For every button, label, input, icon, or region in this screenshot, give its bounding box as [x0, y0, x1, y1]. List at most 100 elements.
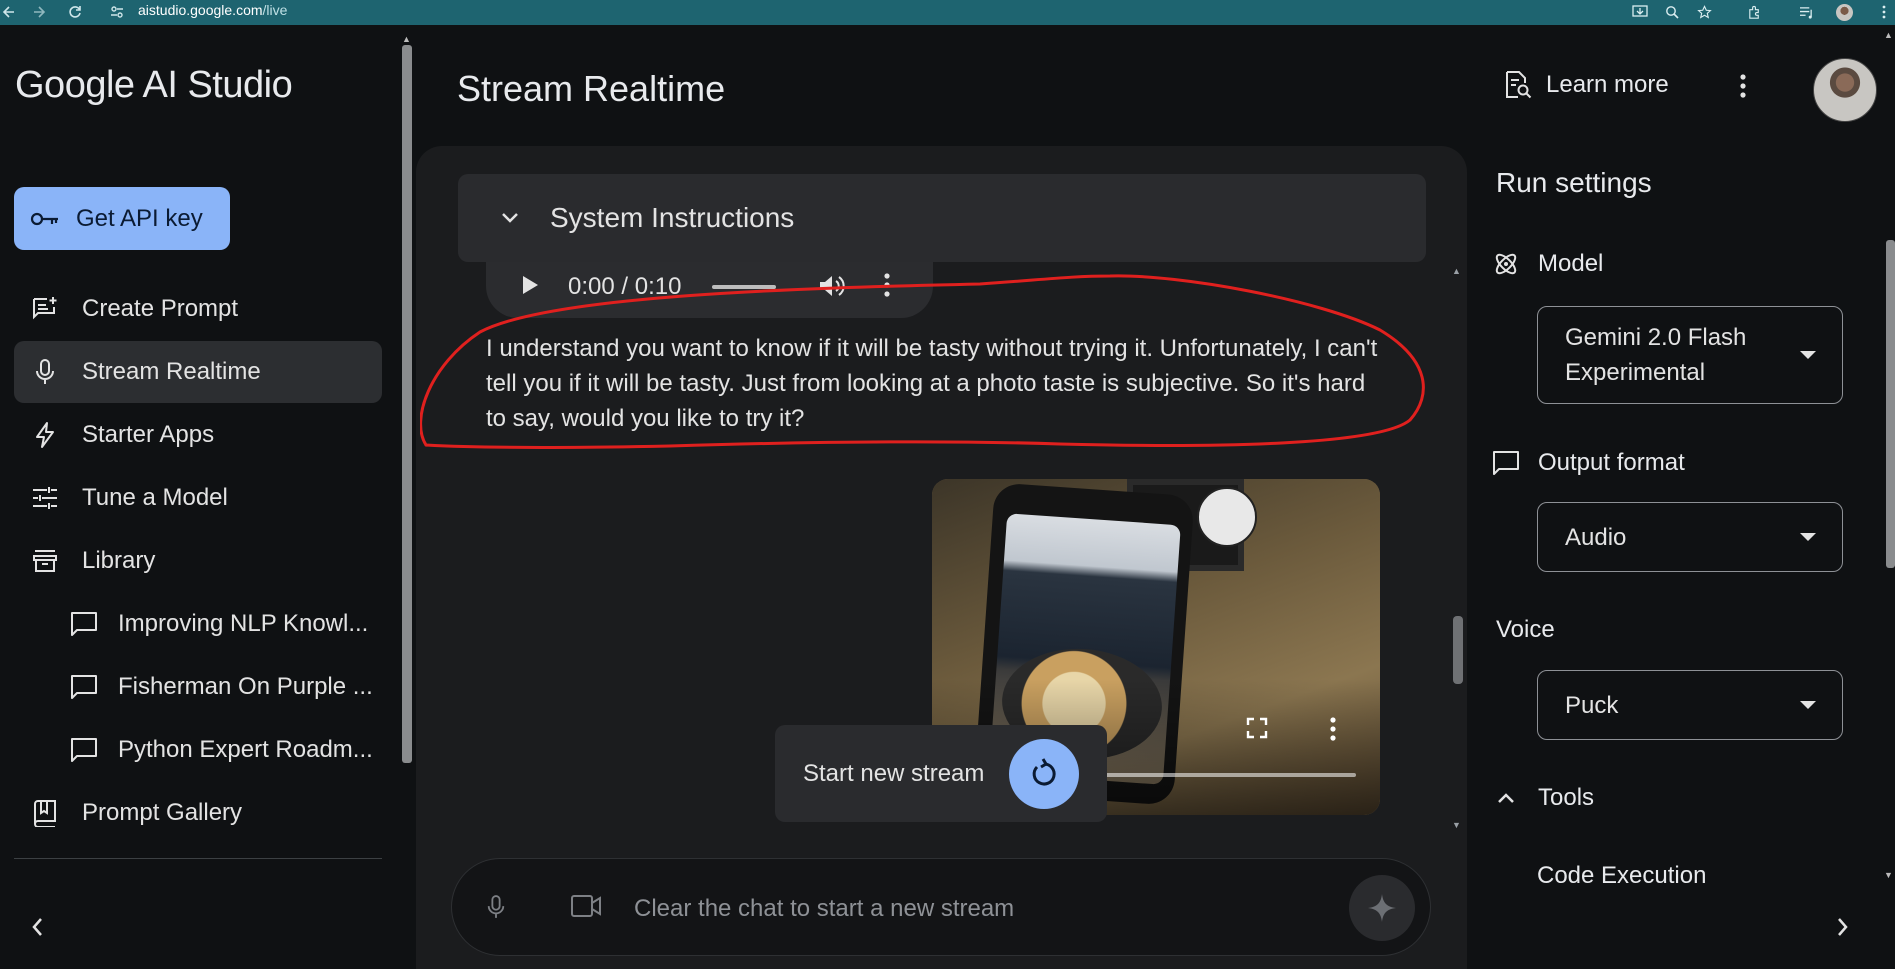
soccer-ball-icon	[1197, 487, 1257, 547]
menu-icon[interactable]	[1874, 2, 1894, 22]
key-icon	[30, 210, 60, 228]
more-vert-icon	[1740, 74, 1746, 98]
install-app-icon[interactable]	[1630, 2, 1650, 22]
mic-icon	[30, 357, 60, 387]
library-item[interactable]: Python Expert Roadm...	[70, 719, 390, 781]
output-format-select[interactable]: Audio	[1537, 502, 1843, 572]
dropdown-caret-icon	[1800, 533, 1816, 541]
chat-bubble-icon	[70, 674, 98, 700]
model-select[interactable]: Gemini 2.0 Flash Experimental	[1537, 306, 1843, 404]
nav-label: Create Prompt	[82, 295, 239, 322]
model-atom-icon	[1492, 250, 1520, 278]
library-item-label: Python Expert Roadm...	[118, 736, 373, 763]
book-icon	[30, 798, 60, 828]
profile-icon[interactable]	[1834, 2, 1854, 22]
nav-tune-a-model[interactable]: Tune a Model	[14, 467, 382, 529]
nav-label: Stream Realtime	[82, 358, 261, 385]
forward-icon[interactable]	[30, 3, 48, 21]
chevron-right-icon	[1838, 918, 1848, 936]
output-format-label: Output format	[1492, 449, 1685, 477]
library-item[interactable]: Improving NLP Knowl...	[70, 593, 390, 655]
nav-starter-apps[interactable]: Starter Apps	[14, 404, 382, 466]
tools-toggle[interactable]: Tools	[1492, 784, 1594, 812]
system-instructions-label: System Instructions	[550, 202, 795, 233]
dropdown-caret-icon	[1800, 351, 1816, 359]
voice-label: Voice	[1496, 616, 1555, 644]
run-settings-title: Run settings	[1496, 167, 1652, 198]
collapse-sidebar-button[interactable]	[30, 916, 44, 938]
dropdown-caret-icon	[1800, 701, 1816, 709]
nav-label: Library	[82, 547, 156, 574]
voice-label-text: Voice	[1496, 616, 1555, 643]
video-camera-icon[interactable]	[570, 893, 602, 919]
reload-icon[interactable]	[66, 3, 84, 21]
settings-scrollbar[interactable]	[1886, 240, 1895, 568]
chat-scroll-up[interactable]: ▲	[1452, 266, 1461, 276]
url-host: aistudio.google.com	[138, 2, 263, 18]
voice-value: Puck	[1565, 691, 1619, 719]
site-info-icon[interactable]	[108, 3, 126, 21]
back-icon[interactable]	[0, 3, 18, 21]
model-label: Model	[1492, 250, 1603, 278]
settings-scroll-up[interactable]: ▲	[1884, 30, 1893, 40]
get-api-key-label: Get API key	[76, 204, 203, 232]
library-item[interactable]: Fisherman On Purple ...	[70, 656, 390, 718]
chevron-up-icon	[1492, 788, 1520, 808]
page-title: Stream Realtime	[457, 68, 726, 109]
get-api-key-button[interactable]: Get API key	[14, 187, 230, 250]
media-icon[interactable]	[1796, 2, 1816, 22]
more-options-button[interactable]	[1740, 74, 1746, 98]
red-circle-annotation	[420, 274, 1425, 449]
library-item-label: Fisherman On Purple ...	[118, 673, 373, 700]
url-path: /live	[262, 2, 288, 18]
bookmark-star-icon[interactable]	[1694, 2, 1714, 22]
chat-scroll-down[interactable]: ▼	[1452, 820, 1461, 830]
nav-library[interactable]: Library	[14, 530, 382, 592]
sidebar-scrollbar[interactable]	[402, 45, 412, 763]
sidebar-divider	[14, 858, 382, 859]
tools-label-text: Tools	[1538, 784, 1595, 811]
nav-create-prompt[interactable]: Create Prompt	[14, 278, 382, 340]
expand-panel-button[interactable]	[1836, 916, 1850, 938]
browser-toolbar: aistudio.google.com/live	[0, 0, 1895, 33]
send-button[interactable]	[1349, 875, 1415, 941]
fullscreen-icon[interactable]	[1246, 717, 1268, 739]
chat-input-placeholder[interactable]: Clear the chat to start a new stream	[634, 895, 1014, 923]
output-format-label-text: Output format	[1538, 449, 1685, 476]
nav-stream-realtime[interactable]: Stream Realtime	[14, 341, 382, 403]
create-prompt-icon	[30, 294, 60, 324]
chat-scrollbar[interactable]	[1453, 616, 1463, 684]
model-select-value: Gemini 2.0 Flash Experimental	[1565, 324, 1747, 386]
nav-prompt-gallery[interactable]: Prompt Gallery	[14, 782, 382, 844]
library-item-label: Improving NLP Knowl...	[118, 610, 369, 637]
chat-bubble-icon	[70, 611, 98, 637]
tune-icon	[30, 483, 60, 513]
avatar[interactable]	[1813, 58, 1877, 122]
system-instructions-toggle[interactable]: System Instructions	[458, 174, 1426, 262]
chevron-down-icon	[500, 211, 520, 225]
start-new-stream-label: Start new stream	[803, 759, 985, 787]
brand-title[interactable]: Google AI Studio	[15, 64, 293, 107]
start-new-stream-toast: Start new stream	[775, 725, 1107, 822]
nav-label: Starter Apps	[82, 421, 215, 448]
doc-search-icon	[1502, 70, 1532, 100]
chat-bubble-icon	[1492, 450, 1520, 476]
restart-stream-button[interactable]	[1009, 738, 1079, 809]
more-vert-icon[interactable]	[1330, 717, 1336, 741]
chat-bubble-icon	[70, 737, 98, 763]
voice-select[interactable]: Puck	[1537, 670, 1843, 740]
chat-input-bar: Clear the chat to start a new stream	[451, 858, 1431, 956]
settings-scroll-down[interactable]: ▼	[1884, 870, 1893, 880]
scroll-up-arrow[interactable]: ▲	[402, 34, 411, 44]
library-icon	[30, 546, 60, 576]
chevron-left-icon	[32, 918, 42, 936]
output-format-value: Audio	[1565, 523, 1627, 551]
learn-more-link[interactable]: Learn more	[1502, 70, 1669, 100]
mic-icon[interactable]	[486, 893, 506, 921]
extensions-icon[interactable]	[1744, 2, 1764, 22]
learn-more-label: Learn more	[1546, 71, 1669, 98]
sparkle-icon	[1368, 894, 1396, 922]
address-bar[interactable]: aistudio.google.com/live	[138, 2, 287, 18]
zoom-icon[interactable]	[1662, 2, 1682, 22]
bolt-icon	[30, 420, 60, 450]
